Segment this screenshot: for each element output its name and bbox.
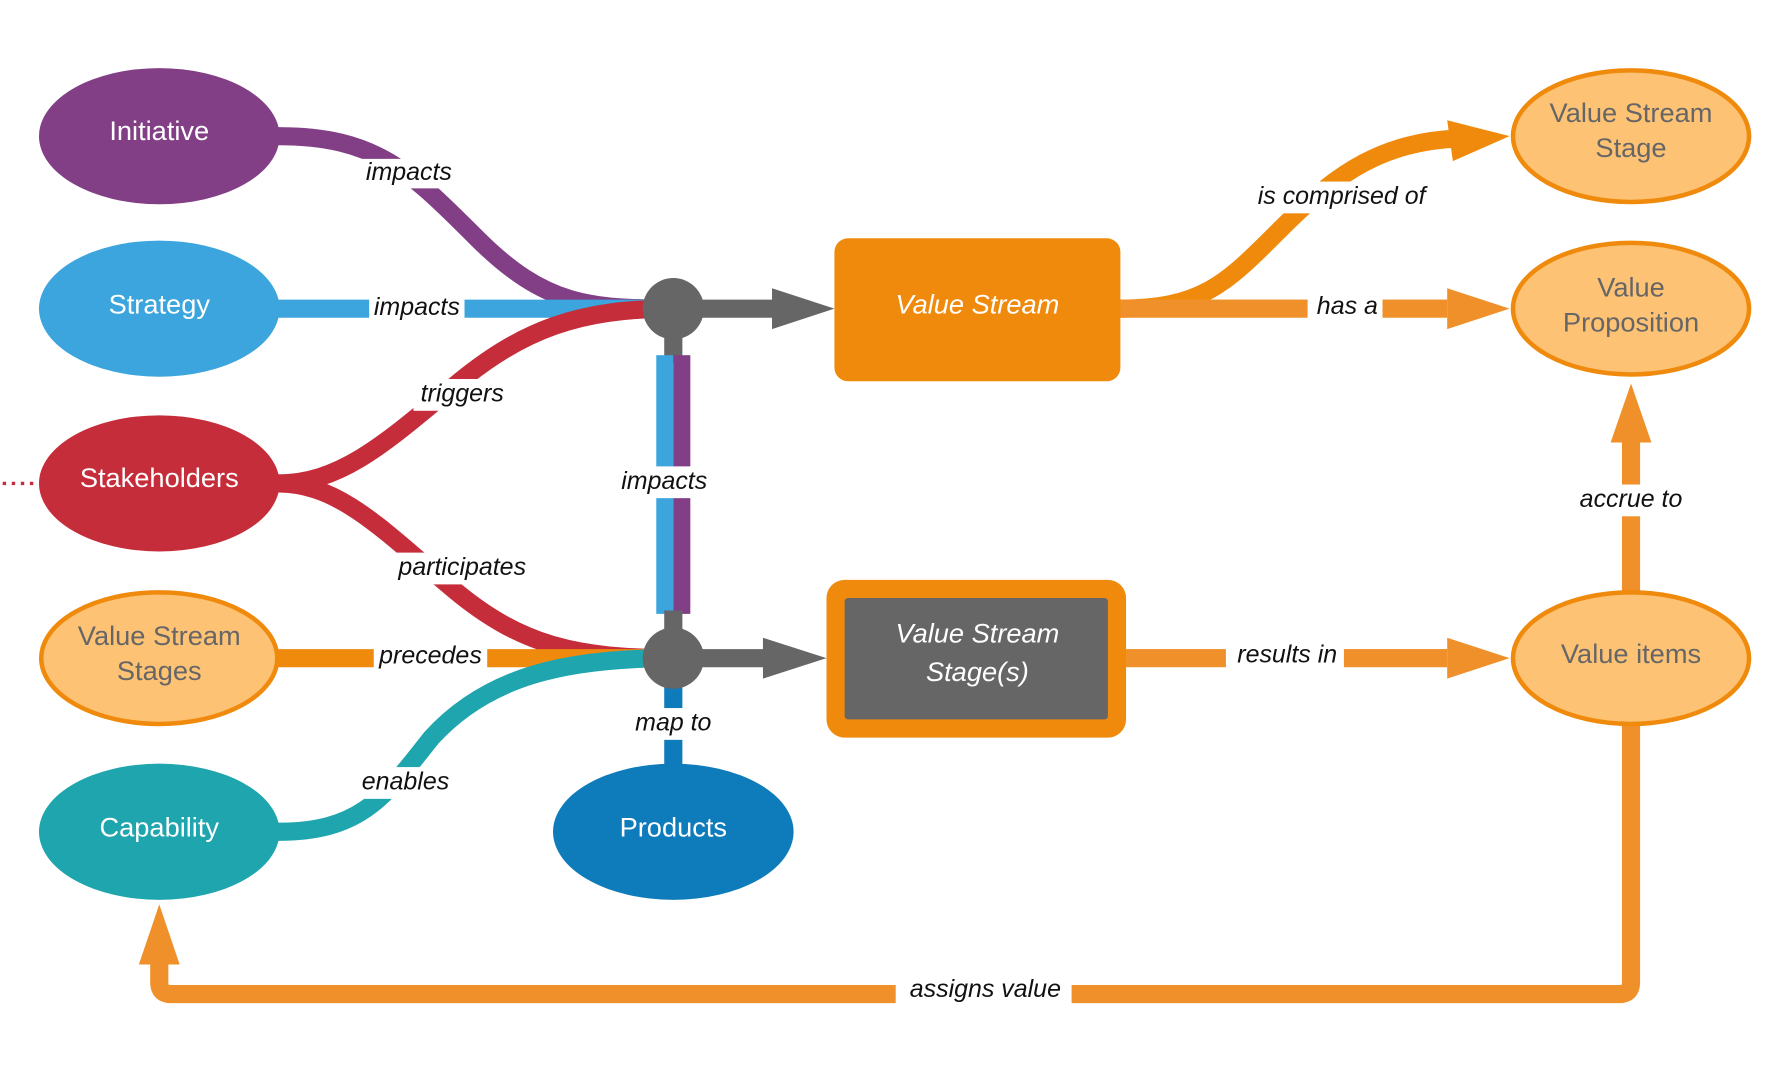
label-enables: enables	[362, 768, 449, 796]
node-value-stream-stage-box[interactable]: Value Stream Stage(s)	[826, 579, 1127, 738]
arrow-results-in	[1447, 637, 1510, 679]
node-strategy[interactable]: Strategy	[38, 240, 280, 377]
svg-text:Initiative: Initiative	[109, 115, 209, 146]
label-precedes: precedes	[378, 642, 482, 670]
arrow-accrue-to	[1610, 383, 1652, 443]
arrow-assigns-value	[138, 904, 180, 965]
value-stream-diagram: impacts impacts triggers participates pr…	[2, 68, 1752, 1007]
node-products[interactable]: Products	[553, 763, 794, 900]
svg-text:Proposition: Proposition	[1563, 307, 1699, 338]
node-value-stream[interactable]: Value Stream	[834, 238, 1121, 382]
hub-top	[642, 278, 704, 340]
node-capability[interactable]: Capability	[38, 763, 280, 900]
edge-initiative-impacts	[278, 127, 674, 318]
svg-text:Value: Value	[1597, 272, 1665, 303]
svg-text:Value Stream: Value Stream	[78, 620, 241, 651]
hub-bottom	[642, 627, 704, 689]
label-initiative-impacts: impacts	[366, 158, 452, 186]
svg-text:Stage(s): Stage(s)	[926, 656, 1029, 687]
label-accrue-to: accrue to	[1580, 485, 1683, 513]
svg-text:Value Stream: Value Stream	[895, 618, 1059, 649]
node-stakeholders[interactable]: Stakeholders	[38, 415, 280, 552]
arrow-hub-to-value-stream	[698, 288, 835, 330]
svg-text:Value Stream: Value Stream	[1550, 97, 1713, 128]
svg-text:Stakeholders: Stakeholders	[80, 462, 239, 493]
svg-text:Value Stream: Value Stream	[895, 289, 1059, 320]
label-hub-impacts: impacts	[621, 467, 707, 495]
arrow-has-a	[1447, 288, 1510, 330]
node-value-stream-stage[interactable]: Value Stream Stage	[1510, 68, 1752, 205]
svg-text:Stages: Stages	[117, 655, 202, 686]
svg-text:Stage: Stage	[1595, 132, 1666, 163]
edge-is-comprised-of	[1118, 129, 1459, 318]
edge-has-a	[1118, 299, 1448, 318]
svg-text:Capability: Capability	[100, 812, 220, 843]
label-participates: participates	[397, 553, 526, 581]
label-triggers: triggers	[421, 379, 504, 407]
svg-text:Value items: Value items	[1561, 638, 1701, 669]
node-initiative[interactable]: Initiative	[38, 68, 280, 205]
node-value-items[interactable]: Value items	[1510, 590, 1752, 727]
svg-text:Strategy: Strategy	[109, 289, 211, 320]
label-assigns-value: assigns value	[910, 975, 1061, 1003]
node-value-stream-stages[interactable]: Value Stream Stages	[38, 590, 280, 727]
label-strategy-impacts: impacts	[374, 293, 460, 321]
node-value-proposition[interactable]: Value Proposition	[1510, 240, 1752, 377]
label-results-in: results in	[1237, 640, 1337, 668]
arrow-is-comprised-of	[1447, 120, 1510, 162]
label-has-a: has a	[1317, 292, 1378, 320]
label-map-to: map to	[635, 709, 711, 737]
label-is-comprised-of: is comprised of	[1258, 182, 1429, 210]
svg-text:Products: Products	[620, 812, 727, 843]
edge-assigns-value	[150, 720, 1641, 1004]
arrow-hub-to-vs-stages	[698, 637, 827, 679]
